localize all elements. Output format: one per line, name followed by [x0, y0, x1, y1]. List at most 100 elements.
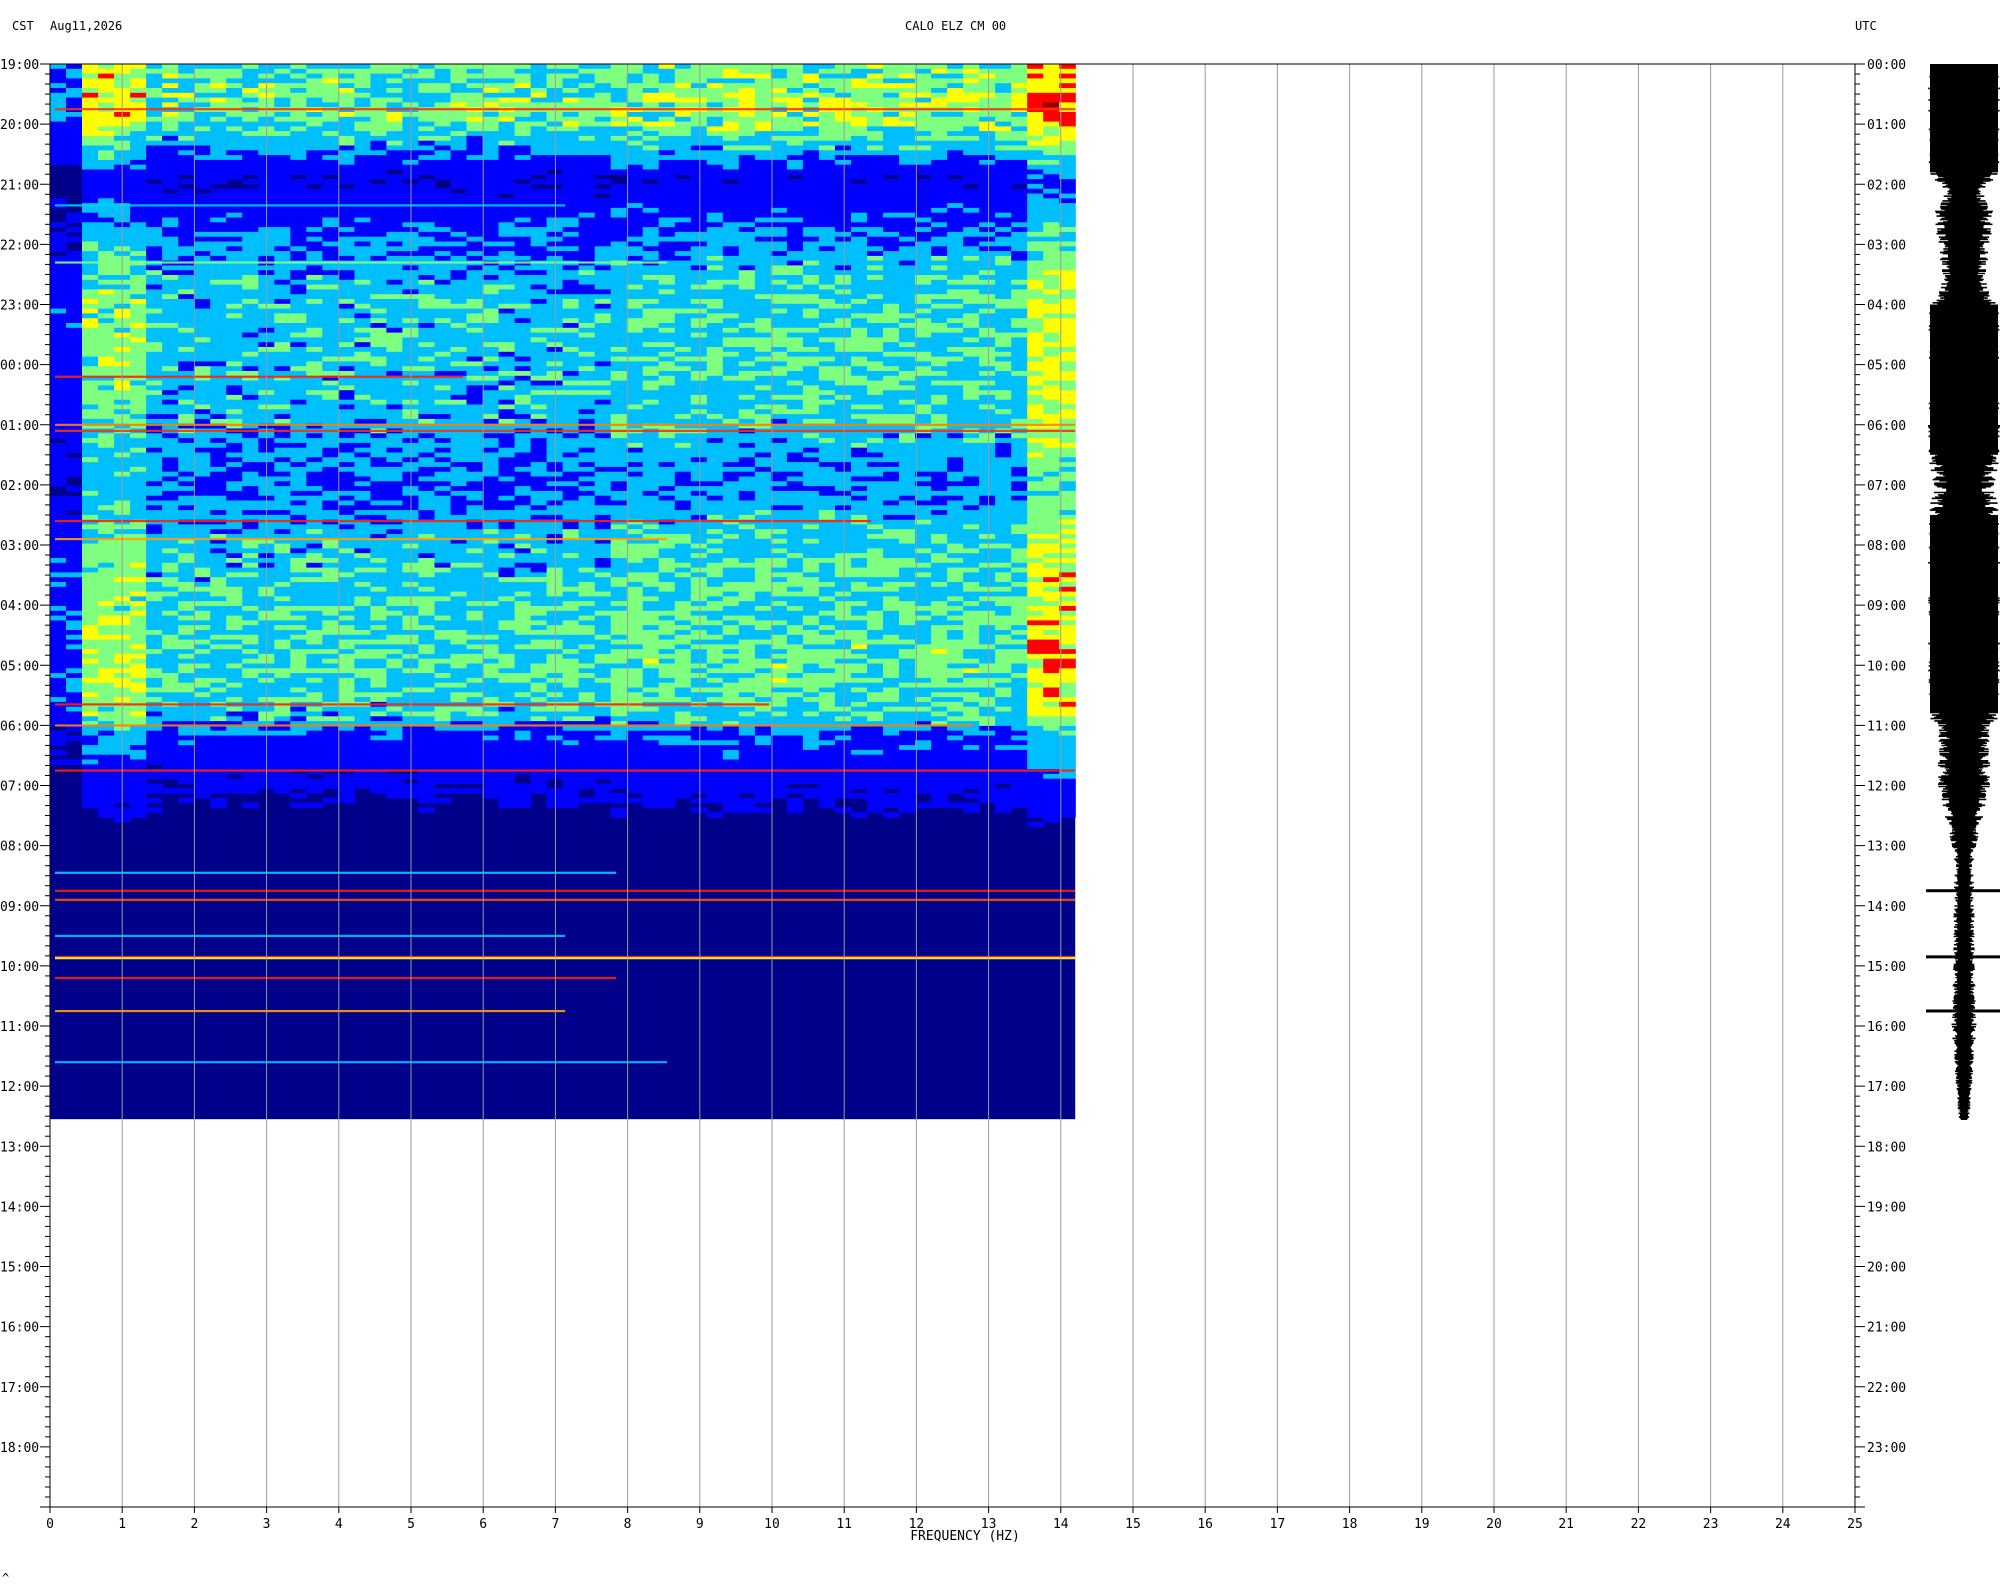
spectrogram-cell [931, 323, 948, 329]
spectrogram-cell [146, 73, 163, 79]
spectrogram-cell [834, 78, 852, 84]
spectrogram-cell [786, 409, 804, 415]
spectrogram-cell [290, 342, 307, 348]
spectrogram-cell [722, 371, 740, 377]
spectrogram-cell [578, 246, 596, 252]
spectrogram-cell [242, 418, 259, 425]
spectrogram-cell [754, 126, 772, 132]
spectrogram-cell [963, 88, 980, 94]
spectrogram-cell [146, 361, 163, 367]
spectrogram-cell [322, 64, 339, 70]
spectrogram-cell [274, 342, 291, 348]
spectrogram-cell [418, 313, 435, 319]
spectrogram-cell [995, 246, 1012, 252]
spectrogram-cell [242, 193, 259, 199]
spectrogram-cell [274, 241, 291, 247]
spectrogram-cell [306, 318, 323, 324]
spectrogram-cell [995, 342, 1012, 348]
spectrogram-cell [466, 159, 484, 166]
spectrogram-cell [883, 198, 900, 204]
spectrogram-cell [851, 303, 868, 310]
spectrogram-cell [1027, 64, 1044, 70]
spectrogram-cell [290, 433, 307, 439]
spectrogram-cell [834, 102, 852, 108]
spectrogram-cell [194, 112, 211, 118]
spectrogram-cell [242, 332, 259, 338]
spectrogram-cell [802, 231, 820, 238]
spectrogram-cell [851, 174, 868, 180]
spectrogram-cell [786, 217, 804, 223]
spectrogram-cell [354, 323, 371, 329]
spectrogram-cell [226, 135, 243, 142]
spectrogram-cell [338, 169, 355, 175]
spectrogram-cell [786, 318, 804, 324]
spectrogram-cell [770, 351, 788, 358]
spectrogram-cell [418, 399, 435, 406]
spectrogram-cell [883, 150, 900, 156]
spectrogram-cell [931, 241, 948, 247]
spectrogram-cell [642, 183, 660, 190]
spectrogram-cell [851, 227, 868, 233]
spectrogram-cell [274, 366, 291, 372]
spectrogram-cell [418, 183, 435, 190]
spectrogram-cell [899, 126, 916, 132]
spectrogram-cell [883, 131, 900, 137]
spectrogram-cell [610, 102, 628, 108]
spectrogram-cell [995, 418, 1012, 425]
spectrogram-cell [370, 246, 387, 252]
spectrogram-cell [818, 313, 836, 319]
spectrogram-cell [706, 337, 724, 343]
spectrogram-cell [867, 260, 884, 266]
spectrogram-cell [594, 164, 612, 171]
spectrogram-cell [626, 131, 644, 137]
spectrogram-cell [867, 174, 884, 180]
spectrogram-cell [450, 212, 468, 219]
spectrogram-cell [883, 337, 900, 343]
spectrogram-cell [370, 366, 387, 372]
spectrogram-cell [322, 380, 339, 386]
spectrogram-cell [98, 347, 115, 353]
spectrogram-cell [818, 279, 836, 286]
spectrogram-cell [306, 73, 323, 79]
spectrogram-cell [434, 385, 452, 391]
spectrogram-cell [786, 231, 804, 238]
spectrogram-cell [1043, 433, 1060, 439]
spectrogram-cell [883, 327, 900, 334]
spectrogram-cell [290, 159, 307, 166]
spectrogram-cell [674, 371, 692, 377]
spectrogram-cell [306, 246, 323, 252]
spectrogram-cell [706, 279, 724, 286]
spectrogram-cell [706, 366, 724, 372]
spectrogram-cell [594, 227, 612, 233]
spectrogram-cell [851, 404, 868, 410]
spectrogram-cell [931, 356, 948, 362]
spectrogram-cell [770, 265, 788, 271]
spectrogram-cell [818, 159, 836, 166]
spectrogram-cell [883, 251, 900, 257]
spectrogram-cell [130, 88, 147, 94]
spectrogram-cell [194, 337, 211, 343]
spectrogram-cell [338, 366, 355, 372]
spectrogram-cell [98, 409, 115, 415]
spectrogram-cell [530, 284, 548, 290]
spectrogram-cell [514, 73, 532, 79]
spectrogram-cell [834, 140, 852, 147]
spectrogram-cell [1011, 207, 1028, 214]
spectrogram-cell [738, 347, 756, 353]
spectrogram-cell [194, 327, 211, 334]
spectrogram-cell [1043, 68, 1060, 75]
spectrogram-cell [306, 121, 323, 127]
spectrogram-cell [786, 241, 804, 247]
spectrogram-cell [82, 270, 99, 276]
spectrogram-cell [899, 361, 916, 367]
spectrogram-cell [754, 404, 772, 410]
spectrogram-cell [883, 73, 900, 79]
spectrogram-cell [338, 198, 355, 204]
spectrogram-cell [482, 337, 500, 343]
spectrogram-cell [915, 366, 932, 372]
spectrogram-cell [722, 64, 740, 70]
spectrogram-cell [354, 385, 371, 391]
spectrogram-cell [738, 231, 756, 238]
spectrogram-cell [658, 188, 676, 195]
spectrogram-cell [418, 289, 435, 295]
